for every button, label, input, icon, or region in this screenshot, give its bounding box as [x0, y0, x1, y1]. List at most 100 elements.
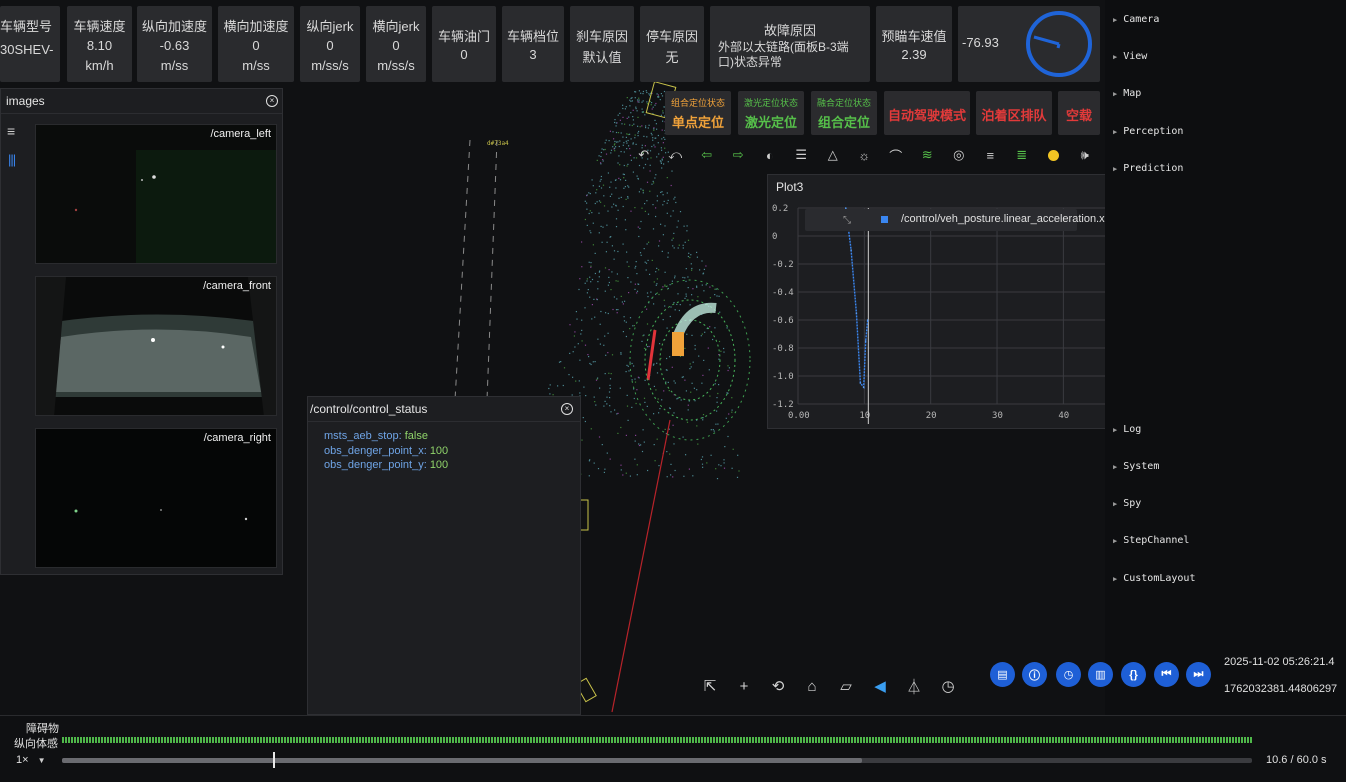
- turn-left-icon: ↶: [638, 147, 650, 162]
- metric-vehicle-speed: 车辆速度 8.10 km/h: [67, 6, 132, 82]
- status-row-aeb: msts_aeb_stop: false: [324, 430, 428, 442]
- signal-track[interactable]: [62, 737, 1252, 743]
- y-tick-label: -0.8: [772, 344, 794, 354]
- y-tick-label: 0: [772, 232, 777, 242]
- progress-fill: [62, 758, 863, 763]
- badge-autodrive-mode: 自动驾驶模式: [884, 91, 970, 135]
- status-row-point-y: obs_denger_point_y: 100: [324, 459, 448, 471]
- info-icon[interactable]: ⓘ: [1022, 662, 1047, 687]
- sidebar-item-map[interactable]: ▶ Map: [1113, 88, 1141, 99]
- x-tick-label: 20: [926, 411, 937, 421]
- chevron-right-icon: ▶: [1113, 128, 1118, 136]
- legend-swatch: [881, 216, 888, 223]
- metric-vehicle-model: 车辆型号 30SHEV-: [0, 6, 60, 82]
- badge-value: 单点定位: [671, 115, 724, 130]
- sidebar-item-camera[interactable]: ▶ Camera: [1113, 14, 1159, 25]
- badge-combined-loc: 组合定位状态 单点定位: [665, 91, 731, 135]
- camera-right-image: [36, 429, 276, 567]
- steering-wheel-icon: [1026, 11, 1092, 77]
- metric-stop-reason: 停车原因 无: [640, 6, 704, 82]
- flask-icon[interactable]: ⏃: [897, 673, 931, 699]
- chart-icon[interactable]: ▥: [1088, 662, 1113, 687]
- metric-unit: m/ss/s: [377, 58, 415, 73]
- scene-toolbar: ⇱ + ⟲ ⌂ ▱ ◀ ⏃ ◷: [693, 673, 965, 699]
- camera-left-image: [36, 125, 276, 263]
- home-icon[interactable]: ⌂: [795, 673, 829, 699]
- ruler-icon[interactable]: ▱: [829, 673, 863, 699]
- progress-track[interactable]: [62, 752, 1252, 768]
- camera-front-image: [36, 277, 276, 415]
- metric-label: 预瞄车速值: [881, 29, 947, 44]
- chevron-right-icon: ▶: [1113, 426, 1118, 434]
- metric-unit: m/ss: [242, 58, 270, 73]
- rotate-icon[interactable]: ⟲: [761, 673, 795, 699]
- metric-value: 外部以太链路(面板B-3端口)状态异常: [718, 40, 849, 69]
- series-point: [862, 386, 865, 388]
- close-icon[interactable]: ×: [266, 95, 278, 107]
- status-value: 100: [429, 445, 449, 457]
- sidebar-item-stepchannel[interactable]: ▶ StepChannel: [1113, 535, 1189, 546]
- badge-value: 泊着区排队: [981, 108, 1047, 123]
- speed-select[interactable]: 1× ▼: [16, 754, 46, 766]
- series-point: [866, 319, 869, 321]
- sidebar-item-perception[interactable]: ▶ Perception: [1113, 126, 1183, 137]
- metric-label: 纵向加速度: [141, 19, 207, 34]
- metric-fault-reason: 故障原因 外部以太链路(面板B-3端口)状态异常: [710, 6, 870, 82]
- metric-label: 横向加速度: [223, 19, 289, 34]
- pointer-icon[interactable]: ⇱: [693, 673, 727, 699]
- steering-icon: ◎: [953, 147, 965, 162]
- metric-longitudinal-accel: 纵向加速度 -0.63 m/ss: [137, 6, 212, 82]
- car-right-icon: ⇨: [732, 147, 744, 162]
- badge-fused-loc: 融合定位状态 组合定位: [811, 91, 877, 135]
- badge-caption: 激光定位状态: [743, 98, 798, 108]
- progress-handle[interactable]: [272, 752, 275, 768]
- metric-value: 0: [326, 38, 334, 53]
- minimize-icon[interactable]: ⤡: [843, 215, 851, 226]
- sidebar-item-log[interactable]: ▶ Log: [1113, 424, 1141, 435]
- skip-back-icon[interactable]: ⏮: [1154, 662, 1179, 687]
- sidebar-item-customlayout[interactable]: ▶ CustomLayout: [1113, 573, 1195, 584]
- sound-icon[interactable]: ◀: [863, 673, 897, 699]
- columns-icon[interactable]: |||: [8, 152, 16, 167]
- badge-value: 空载: [1065, 108, 1092, 123]
- panel-title: images: [1, 89, 282, 114]
- close-icon[interactable]: ×: [561, 403, 573, 415]
- document-icon[interactable]: ▤: [990, 662, 1015, 687]
- track-label-longitudinal: 纵向体感: [14, 738, 58, 750]
- sidebar-item-system[interactable]: ▶ System: [1113, 461, 1159, 472]
- metric-longitudinal-jerk: 纵向jerk 0 m/ss/s: [300, 6, 360, 82]
- camera-left-view: /camera_left: [35, 124, 277, 264]
- timer-icon[interactable]: ◷: [931, 673, 965, 699]
- steering-value: -76.93: [962, 35, 999, 50]
- sidebar-item-view[interactable]: ▶ View: [1113, 51, 1147, 62]
- metric-unit: km/h: [85, 58, 114, 73]
- status-value: false: [404, 430, 428, 442]
- track-label-obstacle: 障碍物: [26, 723, 59, 735]
- menu-icon[interactable]: ≡: [7, 123, 15, 139]
- chevron-down-icon: ▼: [37, 756, 46, 765]
- sidebar-item-spy[interactable]: ▶ Spy: [1113, 498, 1141, 509]
- status-value: 100: [429, 459, 449, 471]
- metric-lateral-jerk: 横向jerk 0 m/ss/s: [366, 6, 426, 82]
- metric-gear: 车辆档位 3: [502, 6, 564, 82]
- code-icon[interactable]: {}: [1121, 662, 1146, 687]
- badge-queue-mode: 泊着区排队: [976, 91, 1052, 135]
- plus-icon[interactable]: +: [727, 673, 761, 699]
- metric-value: 0: [392, 38, 400, 53]
- x-tick-label: 0.00: [788, 411, 810, 421]
- clock-icon[interactable]: ◷: [1056, 662, 1081, 687]
- metric-label: 车辆油门: [437, 29, 490, 44]
- skip-forward-icon[interactable]: ⏭: [1186, 662, 1211, 687]
- metric-value: 默认值: [582, 50, 622, 65]
- metric-value: 30SHEV-: [0, 42, 54, 57]
- metric-unit: m/ss/s: [311, 58, 349, 73]
- metric-throttle: 车辆油门 0: [432, 6, 496, 82]
- metric-label: 车辆速度: [73, 19, 126, 34]
- badge-value: 自动驾驶模式: [887, 108, 966, 123]
- sidebar-item-prediction[interactable]: ▶ Prediction: [1113, 163, 1183, 174]
- metric-preview-speed: 预瞄车速值 2.39: [876, 6, 952, 82]
- metric-label: 故障原因: [763, 23, 816, 38]
- metric-label: 纵向jerk: [306, 19, 354, 34]
- u-turn-icon: ⤺: [668, 147, 683, 162]
- lane-green-icon: ≣: [1016, 147, 1028, 162]
